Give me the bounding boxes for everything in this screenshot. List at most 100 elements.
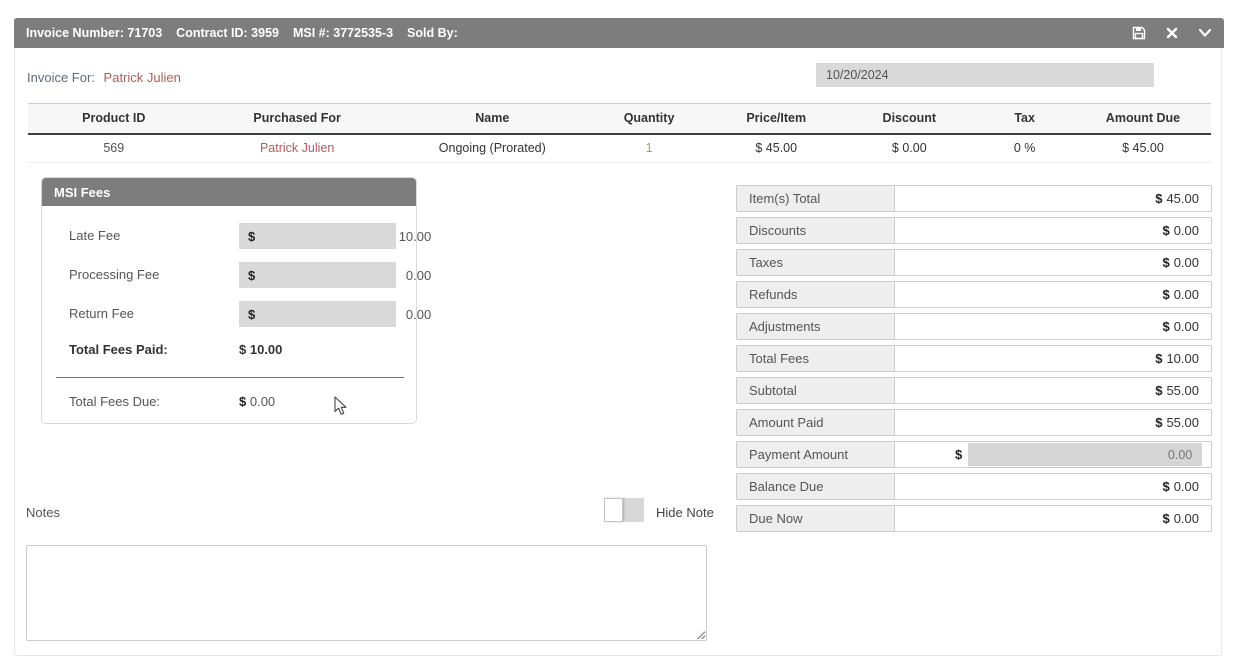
summary-value: 55.00 [1166,383,1199,398]
chevron-down-icon[interactable] [1197,26,1212,41]
invoice-summary: Item(s) Total $45.00 Discounts $0.00 Tax… [736,185,1212,537]
currency-symbol: $ [1162,255,1169,270]
summary-value: 0.00 [1174,255,1199,270]
summary-row-balance-due: Balance Due $0.00 [736,473,1212,500]
summary-row-total-fees: Total Fees $10.00 [736,345,1212,372]
cell-quantity: 1 [590,134,708,163]
cell-purchased-for-link[interactable]: Patrick Julien [200,134,395,163]
cell-product-id: 569 [28,134,200,163]
processing-fee-input[interactable] [255,268,441,283]
summary-value: 10.00 [1166,351,1199,366]
summary-value: 0.00 [1174,319,1199,334]
summary-label: Taxes [737,250,895,275]
summary-row-payment-amount: Payment Amount $ [736,441,1212,468]
total-fees-due-row: Total Fees Due: $ 0.00 [69,394,160,409]
save-icon[interactable] [1131,26,1146,41]
summary-row-amount-paid: Amount Paid $55.00 [736,409,1212,436]
currency-symbol: $ [1162,287,1169,302]
invoice-items-table: Product ID Purchased For Name Quantity P… [28,103,1211,163]
invoice-title-bar: Invoice Number: 71703 Contract ID: 3959 … [14,18,1224,48]
invoice-for-row: Invoice For: Patrick Julien [27,70,181,85]
currency-symbol: $ [1162,511,1169,526]
cell-amount-due: $ 45.00 [1075,134,1211,163]
col-quantity: Quantity [590,104,708,134]
invoice-date-input[interactable] [816,63,1154,87]
currency-symbol: $ [955,447,962,462]
currency-symbol: $ [239,394,246,409]
summary-label: Due Now [737,506,895,531]
summary-row-due-now: Due Now $0.00 [736,505,1212,532]
msi-number: MSI #: 3772535-3 [293,26,393,40]
invoice-for-label: Invoice For: [27,70,95,85]
col-name: Name [395,104,590,134]
summary-label: Total Fees [737,346,895,371]
total-fees-paid-label: Total Fees Paid: [69,342,168,357]
contract-id: Contract ID: 3959 [176,26,279,40]
currency-symbol: $ [239,307,255,322]
col-product-id: Product ID [28,104,200,134]
invoice-number: Invoice Number: 71703 [26,26,162,40]
late-fee-row: Late Fee $ [42,223,416,249]
col-discount: Discount [844,104,974,134]
late-fee-label: Late Fee [69,228,120,243]
invoice-for-person-link[interactable]: Patrick Julien [104,70,181,85]
cell-tax: 0 % [974,134,1075,163]
items-table-header-row: Product ID Purchased For Name Quantity P… [28,104,1211,134]
notes-label: Notes [26,505,60,520]
return-fee-input[interactable] [255,307,441,322]
summary-row-discounts: Discounts $0.00 [736,217,1212,244]
summary-row-subtotal: Subtotal $55.00 [736,377,1212,404]
hide-note-label: Hide Note [656,505,714,520]
summary-value: 45.00 [1166,191,1199,206]
cell-name: Ongoing (Prorated) [395,134,590,163]
processing-fee-field: $ [239,262,396,288]
late-fee-input[interactable] [255,229,441,244]
summary-row-adjustments: Adjustments $0.00 [736,313,1212,340]
currency-symbol: $ [1162,223,1169,238]
toggle-knob [604,498,623,522]
sold-by-label: Sold By: [407,26,458,40]
summary-value: 0.00 [1174,223,1199,238]
summary-label: Refunds [737,282,895,307]
summary-row-taxes: Taxes $0.00 [736,249,1212,276]
col-price-item: Price/Item [708,104,844,134]
notes-textarea[interactable] [26,545,707,641]
hide-note-toggle[interactable] [604,498,644,522]
currency-symbol: $ [239,268,255,283]
invoice-panel: Invoice Number: 71703 Contract ID: 3959 … [14,18,1222,656]
summary-row-refunds: Refunds $0.00 [736,281,1212,308]
cell-discount: $ 0.00 [844,134,974,163]
total-fees-due-value: 0.00 [250,394,275,409]
summary-row-items-total: Item(s) Total $45.00 [736,185,1212,212]
return-fee-label: Return Fee [69,306,134,321]
summary-label: Discounts [737,218,895,243]
currency-symbol: $ [239,229,255,244]
msi-fees-title: MSI Fees [42,178,416,206]
cell-price-item: $ 45.00 [708,134,844,163]
close-icon[interactable] [1164,26,1179,41]
currency-symbol: $ [1155,191,1162,206]
currency-symbol: $ [1155,383,1162,398]
processing-fee-label: Processing Fee [69,267,159,282]
msi-fees-panel: MSI Fees Late Fee $ Processing Fee $ Ret… [41,177,417,424]
summary-value: 0.00 [1174,511,1199,526]
payment-amount-input[interactable] [968,443,1202,466]
col-tax: Tax [974,104,1075,134]
items-table-row: 569 Patrick Julien Ongoing (Prorated) 1 … [28,134,1211,163]
return-fee-field: $ [239,301,396,327]
return-fee-row: Return Fee $ [42,301,416,327]
summary-value: 0.00 [1174,287,1199,302]
summary-value: 55.00 [1166,415,1199,430]
col-purchased-for: Purchased For [200,104,395,134]
currency-symbol: $ [1162,479,1169,494]
summary-label: Payment Amount [737,442,895,467]
total-fees-paid-value: $ 10.00 [239,342,282,357]
summary-label: Subtotal [737,378,895,403]
summary-label: Adjustments [737,314,895,339]
currency-symbol: $ [1162,319,1169,334]
col-amount-due: Amount Due [1075,104,1211,134]
processing-fee-row: Processing Fee $ [42,262,416,288]
msi-divider [56,377,404,378]
total-fees-due-label: Total Fees Due: [69,394,160,409]
currency-symbol: $ [1155,415,1162,430]
